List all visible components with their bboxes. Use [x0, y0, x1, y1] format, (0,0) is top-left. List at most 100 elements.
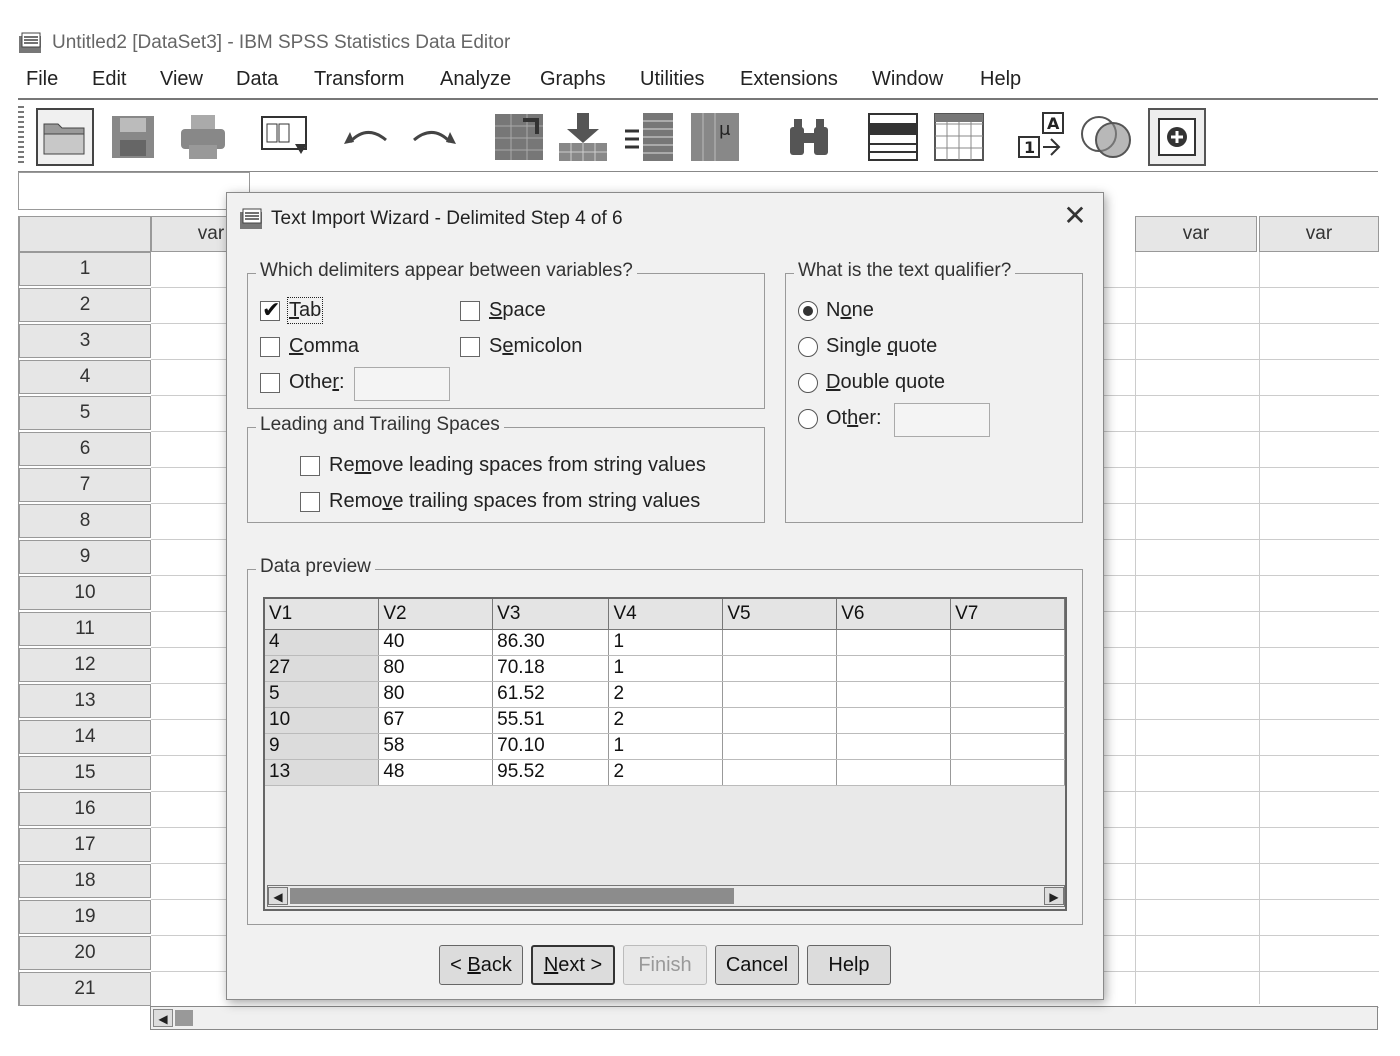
preview-grid: V1 V2 V3 V4 V5 V6 V7 4 40 86.30 1 27 80 70.18 1…	[265, 599, 1065, 786]
next-button[interactable]: Next >	[531, 945, 615, 985]
qualifier-other-radio[interactable]: Other:	[798, 407, 882, 430]
radio-dot[interactable]	[798, 300, 818, 321]
menu-window[interactable]: Window	[872, 68, 943, 91]
row-header[interactable]: 5	[19, 396, 151, 430]
row-header[interactable]: 9	[19, 540, 151, 574]
row-header[interactable]: 11	[19, 612, 151, 646]
other-delimiter-checkbox[interactable]: Other:	[260, 371, 345, 394]
grid-corner[interactable]	[19, 216, 151, 252]
checkbox-box[interactable]	[460, 336, 480, 357]
close-icon[interactable]: ✕	[1061, 202, 1089, 231]
checkbox-box[interactable]	[300, 491, 320, 512]
preview-col-header[interactable]: V1	[265, 599, 380, 630]
space-checkbox[interactable]: Space	[460, 299, 546, 322]
row-header[interactable]: 15	[19, 756, 151, 790]
help-button[interactable]: Help	[807, 945, 891, 985]
radio-dot[interactable]	[798, 408, 818, 429]
qualifier-single-radio[interactable]: Single quote	[798, 335, 937, 358]
row-header[interactable]: 13	[19, 684, 151, 718]
cancel-button[interactable]: Cancel	[715, 945, 799, 985]
checkbox-box[interactable]	[260, 336, 280, 357]
checkbox-box[interactable]	[260, 297, 280, 323]
value-labels-icon[interactable]	[1078, 108, 1136, 166]
insert-cases-icon[interactable]	[864, 108, 922, 166]
qualifier-double-radio[interactable]: Double quote	[798, 371, 945, 394]
save-icon[interactable]	[104, 108, 162, 166]
run-descriptive-icon[interactable]: μ	[686, 108, 744, 166]
menu-graphs[interactable]: Graphs	[540, 68, 606, 91]
scroll-thumb[interactable]	[175, 1010, 193, 1026]
qualifier-other-input[interactable]	[894, 403, 990, 437]
row-header[interactable]: 4	[19, 360, 151, 394]
remove-leading-checkbox[interactable]: Remove leading spaces from string values	[300, 454, 706, 477]
menu-file[interactable]: File	[26, 68, 58, 91]
menu-edit[interactable]: Edit	[92, 68, 126, 91]
comma-checkbox[interactable]: Comma	[260, 335, 359, 358]
recall-dialog-icon[interactable]	[256, 108, 314, 166]
row-header[interactable]: 8	[19, 504, 151, 538]
row-header[interactable]: 20	[19, 936, 151, 970]
checkbox-box[interactable]	[260, 372, 280, 393]
menu-transform[interactable]: Transform	[314, 68, 404, 91]
variables-icon[interactable]	[620, 108, 678, 166]
undo-icon[interactable]	[338, 108, 396, 166]
goto-variable-icon[interactable]	[554, 108, 612, 166]
row-header[interactable]: 7	[19, 468, 151, 502]
preview-col-header[interactable]: V2	[378, 599, 494, 630]
goto-case-icon[interactable]	[490, 108, 548, 166]
menu-utilities[interactable]: Utilities	[640, 68, 704, 91]
radio-dot[interactable]	[798, 336, 818, 357]
preview-header-row: V1 V2 V3 V4 V5 V6 V7	[265, 599, 1065, 630]
data-preview-table[interactable]: V1 V2 V3 V4 V5 V6 V7 4 40 86.30 1 27 80 70.18 1…	[263, 597, 1067, 911]
row-header[interactable]: 6	[19, 432, 151, 466]
find-icon[interactable]	[780, 108, 838, 166]
use-sets-icon[interactable]	[1148, 108, 1206, 166]
scroll-left-icon[interactable]: ◀	[268, 887, 288, 905]
back-button[interactable]: < Back	[439, 945, 523, 985]
preview-horizontal-scrollbar[interactable]: ◀ ▶	[267, 885, 1065, 907]
menu-help[interactable]: Help	[980, 68, 1021, 91]
column-header[interactable]: var	[1135, 216, 1257, 252]
row-header[interactable]: 21	[19, 972, 151, 1006]
print-icon[interactable]	[174, 108, 232, 166]
cell-reference-field[interactable]	[18, 172, 250, 210]
finish-button[interactable]: Finish	[623, 945, 707, 985]
row-header[interactable]: 1	[19, 252, 151, 286]
row-header[interactable]: 16	[19, 792, 151, 826]
column-header[interactable]: var	[1259, 216, 1379, 252]
menu-analyze[interactable]: Analyze	[440, 68, 511, 91]
row-header[interactable]: 14	[19, 720, 151, 754]
grid-horizontal-scrollbar[interactable]: ◀	[150, 1006, 1378, 1030]
insert-variable-icon[interactable]	[930, 108, 988, 166]
row-header[interactable]: 17	[19, 828, 151, 862]
row-header[interactable]: 18	[19, 864, 151, 898]
menu-view[interactable]: View	[160, 68, 203, 91]
remove-trailing-checkbox[interactable]: Remove trailing spaces from string value…	[300, 490, 700, 513]
row-header[interactable]: 3	[19, 324, 151, 358]
preview-col-header[interactable]: V3	[492, 599, 610, 630]
row-header[interactable]: 19	[19, 900, 151, 934]
other-delimiter-input[interactable]	[354, 367, 450, 401]
preview-col-header[interactable]: V4	[608, 599, 724, 630]
redo-icon[interactable]	[404, 108, 462, 166]
scroll-left-icon[interactable]: ◀	[153, 1009, 173, 1027]
menu-extensions[interactable]: Extensions	[740, 68, 838, 91]
row-header[interactable]: 10	[19, 576, 151, 610]
split-file-icon[interactable]: A1	[1014, 108, 1072, 166]
qualifier-none-radio[interactable]: None	[798, 299, 874, 322]
open-folder-icon[interactable]	[36, 108, 94, 166]
row-header[interactable]: 12	[19, 648, 151, 682]
tab-checkbox[interactable]: Tab	[260, 297, 324, 324]
preview-col-header[interactable]: V6	[836, 599, 952, 630]
toolbar-grip[interactable]	[18, 106, 24, 166]
preview-col-header[interactable]: V7	[950, 599, 1065, 630]
checkbox-box[interactable]	[300, 455, 320, 476]
semicolon-checkbox[interactable]: Semicolon	[460, 335, 582, 358]
scroll-thumb[interactable]	[290, 888, 734, 904]
checkbox-box[interactable]	[460, 300, 480, 321]
menu-data[interactable]: Data	[236, 68, 278, 91]
preview-col-header[interactable]: V5	[722, 599, 838, 630]
row-header[interactable]: 2	[19, 288, 151, 322]
radio-dot[interactable]	[798, 372, 818, 393]
scroll-right-icon[interactable]: ▶	[1044, 887, 1064, 905]
